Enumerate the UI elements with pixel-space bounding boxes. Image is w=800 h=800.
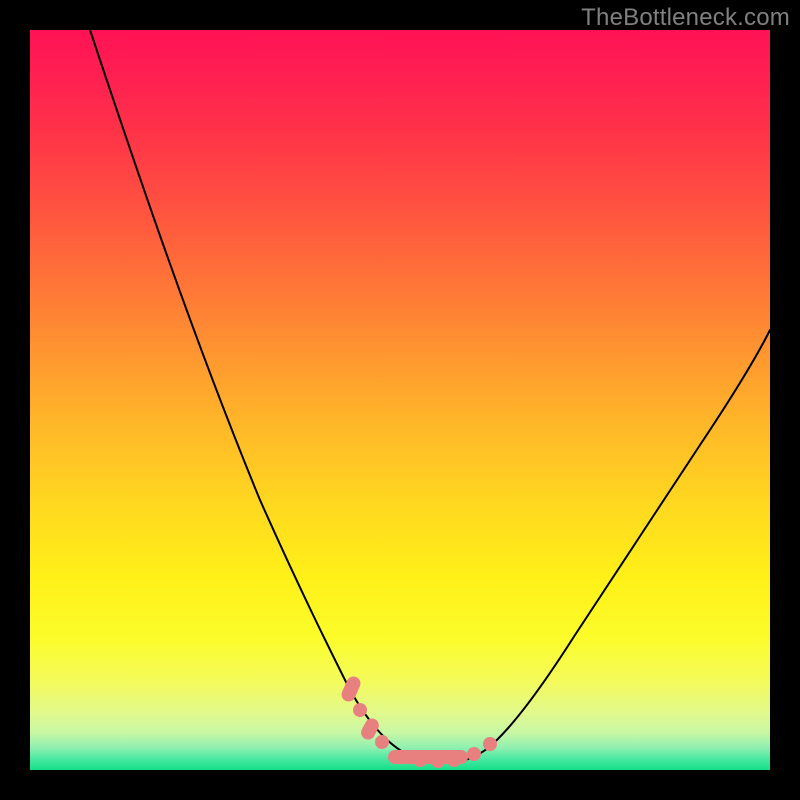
marker	[353, 703, 367, 717]
marker	[447, 753, 461, 767]
plot-area	[30, 30, 770, 770]
chart-frame: TheBottleneck.com	[0, 0, 800, 800]
marker-group	[339, 674, 497, 768]
right-curve	[450, 330, 770, 763]
marker	[375, 735, 389, 749]
marker	[339, 674, 362, 703]
marker	[413, 753, 427, 767]
marker	[467, 747, 481, 761]
left-curve	[90, 30, 450, 763]
marker	[395, 750, 409, 764]
curves-svg	[30, 30, 770, 770]
marker	[431, 754, 445, 768]
watermark-text: TheBottleneck.com	[581, 4, 790, 32]
marker	[483, 737, 497, 751]
